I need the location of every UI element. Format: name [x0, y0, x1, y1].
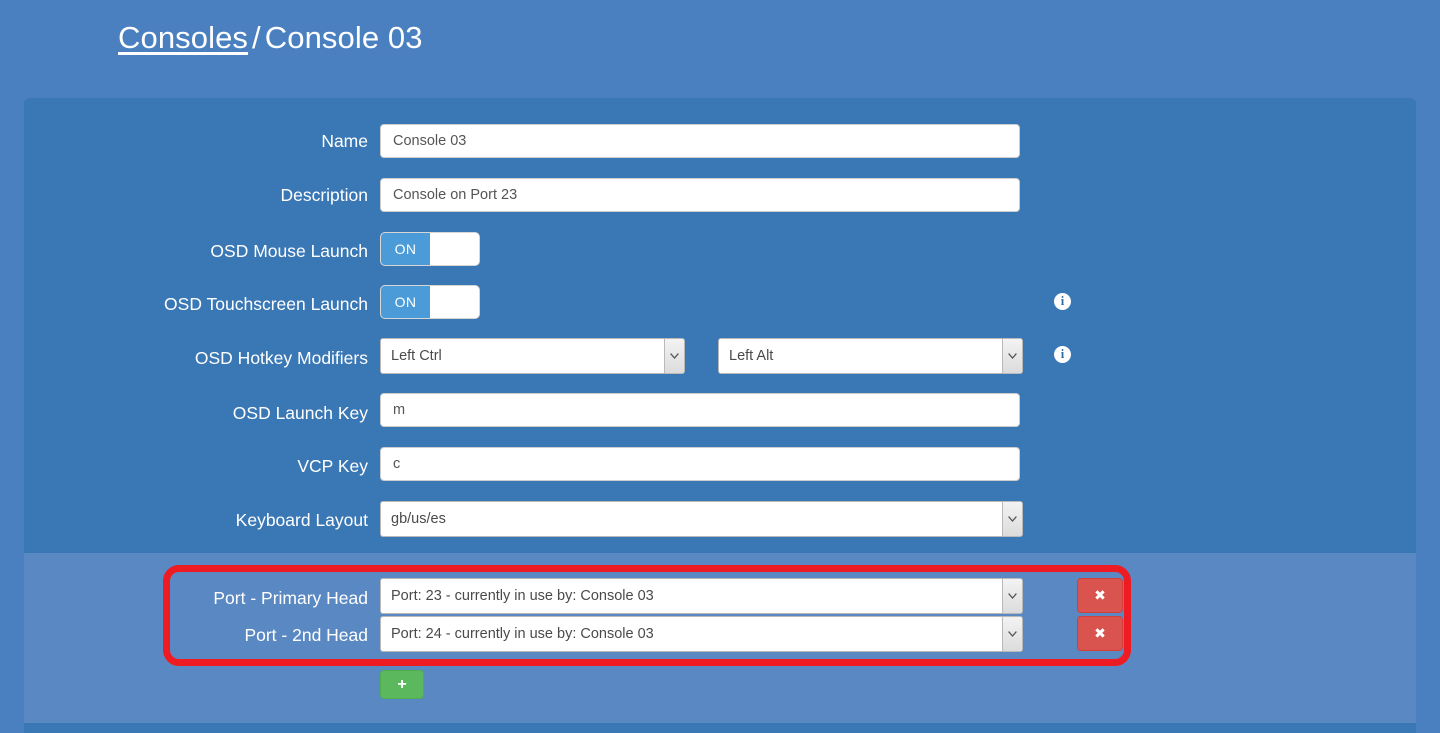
port-primary-head-value: Port: 23 - currently in use by: Console …: [391, 588, 654, 604]
info-icon-osd-touchscreen-launch[interactable]: i: [1054, 293, 1071, 310]
osd-touchscreen-launch-toggle[interactable]: ON: [380, 285, 480, 319]
chevron-down-icon: [664, 339, 684, 373]
console-settings-card: Name Description OSD Mouse Launch ON OSD…: [24, 98, 1416, 733]
keyboard-layout-select[interactable]: gb/us/es: [380, 501, 1023, 537]
breadcrumb: Consoles / Console 03: [118, 20, 423, 56]
osd-hotkey-modifier-1-value: Left Ctrl: [391, 348, 442, 364]
info-icon-osd-hotkey-modifiers[interactable]: i: [1054, 346, 1071, 363]
osd-mouse-launch-toggle[interactable]: ON: [380, 232, 480, 266]
port-2nd-head-value: Port: 24 - currently in use by: Console …: [391, 626, 654, 642]
port-2nd-head-select[interactable]: Port: 24 - currently in use by: Console …: [380, 616, 1023, 652]
chevron-down-icon: [1002, 579, 1022, 613]
label-description: Description: [280, 185, 368, 205]
add-port-button[interactable]: +: [380, 670, 424, 699]
osd-hotkey-modifier-2-select[interactable]: Left Alt: [718, 338, 1023, 374]
keyboard-layout-value: gb/us/es: [391, 511, 446, 527]
label-name: Name: [321, 131, 368, 151]
osd-touchscreen-launch-toggle-state: ON: [381, 286, 430, 318]
label-port-primary-head: Port - Primary Head: [213, 588, 368, 608]
label-osd-launch-key: OSD Launch Key: [232, 403, 368, 423]
port-primary-head-select[interactable]: Port: 23 - currently in use by: Console …: [380, 578, 1023, 614]
label-vcp-key: VCP Key: [297, 456, 368, 476]
label-osd-mouse-launch: OSD Mouse Launch: [210, 241, 368, 261]
osd-touchscreen-launch-toggle-knob: [430, 286, 479, 318]
label-osd-hotkey-modifiers: OSD Hotkey Modifiers: [194, 348, 368, 368]
vcp-key-input[interactable]: [380, 447, 1020, 481]
remove-port-2nd-head-button[interactable]: ✖: [1077, 616, 1123, 651]
breadcrumb-current: Console 03: [264, 20, 423, 55]
osd-hotkey-modifier-2-value: Left Alt: [729, 348, 774, 364]
osd-hotkey-modifier-1-select[interactable]: Left Ctrl: [380, 338, 685, 374]
label-osd-touchscreen-launch: OSD Touchscreen Launch: [164, 294, 368, 314]
label-port-2nd-head: Port - 2nd Head: [244, 625, 368, 645]
breadcrumb-link-consoles[interactable]: Consoles: [118, 20, 248, 55]
osd-mouse-launch-toggle-state: ON: [381, 233, 430, 265]
name-input[interactable]: [380, 124, 1020, 158]
osd-launch-key-input[interactable]: [380, 393, 1020, 427]
description-input[interactable]: [380, 178, 1020, 212]
chevron-down-icon: [1002, 617, 1022, 651]
osd-mouse-launch-toggle-knob: [430, 233, 479, 265]
label-keyboard-layout: Keyboard Layout: [235, 510, 368, 530]
chevron-down-icon: [1002, 339, 1022, 373]
chevron-down-icon: [1002, 502, 1022, 536]
remove-port-primary-head-button[interactable]: ✖: [1077, 578, 1123, 613]
breadcrumb-separator: /: [252, 20, 261, 55]
